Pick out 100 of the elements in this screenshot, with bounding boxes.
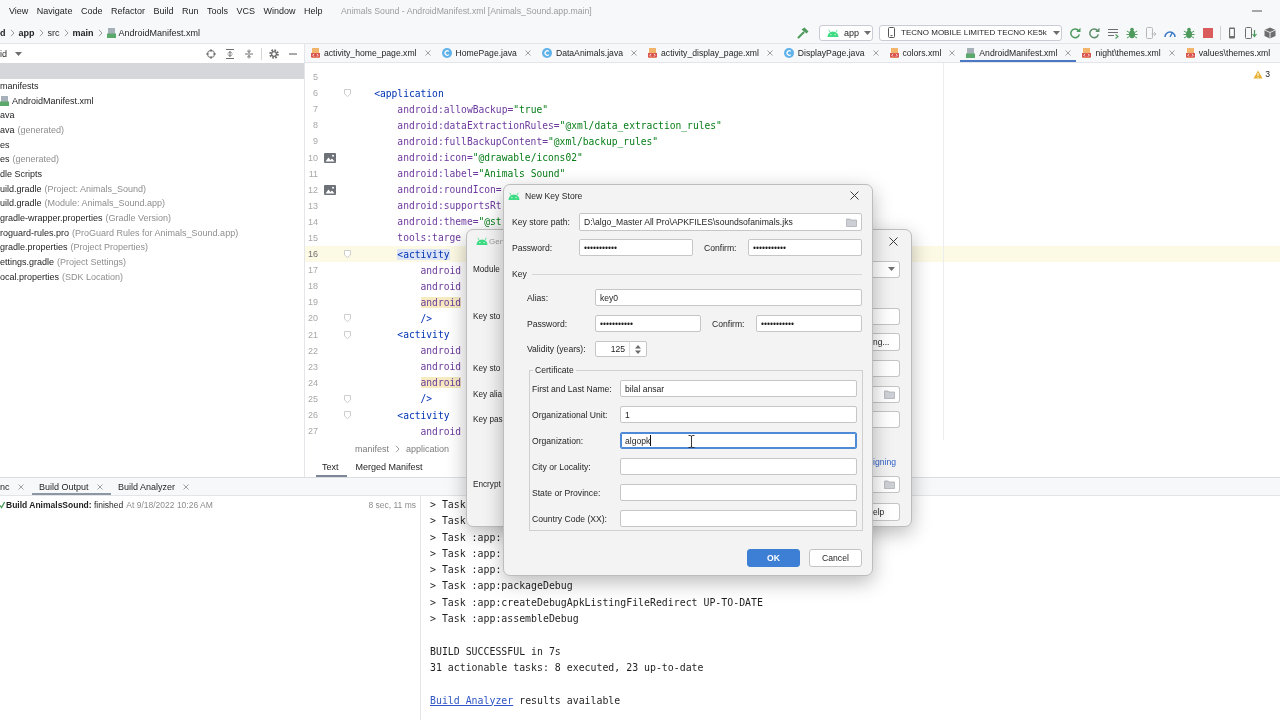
dialog-button[interactable]: ng... <box>873 333 900 351</box>
editor-tab[interactable]: HomePage.java <box>435 44 536 62</box>
breadcrumb-item[interactable]: AndroidManifest.xml <box>106 27 201 38</box>
tool-tab[interactable]: Build Analyzer <box>110 478 198 495</box>
tree-item[interactable]: roguard-rules.pro <box>0 227 70 238</box>
dialog-button[interactable]: Cancel <box>809 549 862 567</box>
tree-item[interactable]: ocal.properties <box>0 271 60 282</box>
build-analyzer-link[interactable]: Build Analyzer <box>430 694 514 706</box>
circular-arrow-icon[interactable] <box>1088 26 1100 39</box>
editor-tab[interactable]: night\themes.xml <box>1076 44 1180 62</box>
tool-tab[interactable]: nc <box>0 478 32 495</box>
input-field[interactable] <box>873 475 900 493</box>
folder-icon[interactable] <box>884 479 895 489</box>
circular-arrow-icon[interactable] <box>1069 26 1081 39</box>
tree-item[interactable]: uild.gradle <box>0 198 42 209</box>
lines-icon[interactable] <box>1107 26 1119 39</box>
dialog-button[interactable]: OK <box>747 549 800 567</box>
tree-item[interactable]: manifests <box>0 80 39 91</box>
editor-tab[interactable]: AndroidManifest.xml <box>960 44 1077 62</box>
problems-indicator[interactable]: 3 <box>1253 69 1270 79</box>
editor-tab[interactable]: values\themes.xml <box>1179 44 1280 62</box>
stop-icon[interactable] <box>1202 26 1214 39</box>
editor-view-tab[interactable]: Text <box>316 457 347 477</box>
input-field[interactable] <box>620 510 857 527</box>
input-field[interactable]: ••••••••••• <box>579 239 693 256</box>
bug-icon[interactable] <box>1126 26 1138 39</box>
dialog-button[interactable]: elp <box>873 503 900 521</box>
editor-view-tab[interactable]: Merged Manifest <box>349 457 431 477</box>
bug-icon[interactable] <box>1183 26 1195 39</box>
tree-item[interactable]: ettings.gradle <box>0 257 55 268</box>
breadcrumb-item[interactable]: application <box>406 443 450 454</box>
input-field[interactable]: D:\algo_Master All Pro\APKFILES\soundsofanimals.jks <box>579 213 862 231</box>
input-field[interactable]: ••••••••••• <box>756 315 862 332</box>
folder-icon[interactable] <box>884 389 895 399</box>
input-field[interactable]: algopk <box>620 432 857 449</box>
view-selector[interactable]: id <box>0 48 22 59</box>
breadcrumb-item[interactable]: main <box>72 27 94 38</box>
spinner-arrows-icon[interactable] <box>635 344 641 354</box>
editor-tab[interactable]: DataAnimals.java <box>535 44 643 62</box>
tree-item[interactable]: gradle.properties <box>0 242 68 253</box>
input-field[interactable]: key0 <box>595 289 862 306</box>
menu-item[interactable]: Code <box>80 6 103 16</box>
tree-item[interactable]: dle Scripts <box>0 168 43 179</box>
editor-tab[interactable]: colors.xml <box>883 44 961 62</box>
menu-item[interactable]: View <box>9 6 29 16</box>
phone-icon[interactable] <box>1245 26 1257 39</box>
fold-marker-icon[interactable] <box>343 394 351 403</box>
package-icon[interactable] <box>1264 26 1276 39</box>
input-field[interactable]: bilal ansar <box>620 380 857 397</box>
editor-tab[interactable]: activity_display_page.xml <box>642 44 778 62</box>
input-field[interactable] <box>873 385 900 403</box>
input-field[interactable]: ••••••••••• <box>748 239 862 256</box>
input-field[interactable] <box>873 307 900 325</box>
menu-item[interactable]: Window <box>263 6 296 16</box>
collapse-all-icon[interactable] <box>244 48 254 59</box>
editor-tab[interactable]: DisplayPage.java <box>777 44 884 62</box>
fold-marker-icon[interactable] <box>343 314 351 323</box>
menu-item[interactable]: Build <box>153 6 174 16</box>
menu-item[interactable]: Refactor <box>110 6 145 16</box>
close-icon[interactable] <box>889 236 898 246</box>
tree-item[interactable]: gradle-wrapper.properties <box>0 213 103 224</box>
fold-marker-icon[interactable] <box>343 89 351 98</box>
expand-all-icon[interactable] <box>225 48 235 59</box>
input-field[interactable]: 1 <box>620 406 857 423</box>
breadcrumb-item[interactable]: src <box>47 27 60 38</box>
breadcrumb-item[interactable]: app <box>18 27 35 38</box>
dropdown[interactable] <box>873 260 900 278</box>
settings-icon[interactable] <box>269 48 279 59</box>
tree-item[interactable]: es <box>0 154 10 165</box>
fold-marker-icon[interactable] <box>343 411 351 419</box>
tree-item[interactable]: ava <box>0 124 15 135</box>
menu-item[interactable]: Tools <box>206 6 228 16</box>
input-field[interactable] <box>873 359 900 377</box>
menu-item[interactable]: VCS <box>236 6 255 16</box>
link[interactable]: igning <box>873 457 900 467</box>
breadcrumb-item[interactable]: manifest <box>355 443 389 454</box>
menu-item[interactable]: Help <box>304 6 323 16</box>
tree-item[interactable]: uild.gradle <box>0 183 42 194</box>
hammer-icon[interactable] <box>797 26 809 39</box>
fold-marker-icon[interactable] <box>343 330 351 339</box>
tree-item[interactable]: AndroidManifest.xml <box>12 95 94 106</box>
input-field[interactable] <box>620 484 857 501</box>
editor-tab[interactable]: activity_home_page.xml <box>305 44 436 62</box>
build-status[interactable]: Build AnimalsSound: finished <box>6 500 124 510</box>
device-dropdown[interactable]: TECNO MOBILE LIMITED TECNO KE5k <box>879 24 1062 41</box>
input-field[interactable] <box>620 458 857 475</box>
breadcrumb-item[interactable]: d <box>0 27 6 38</box>
input-field[interactable]: ••••••••••• <box>595 315 701 332</box>
folder-icon[interactable] <box>846 217 857 227</box>
tree-item[interactable]: es <box>0 139 10 150</box>
input-field[interactable] <box>873 410 900 428</box>
close-icon[interactable] <box>850 191 859 200</box>
menu-item[interactable]: Navigate <box>36 6 73 16</box>
run-configuration-dropdown[interactable]: app <box>819 24 873 41</box>
tree-item[interactable]: ava <box>0 110 15 121</box>
target-icon[interactable] <box>206 48 216 59</box>
fold-marker-icon[interactable] <box>343 250 351 259</box>
phone-icon[interactable] <box>1226 26 1238 39</box>
number-spinner[interactable]: 125 <box>595 341 647 357</box>
menu-item[interactable]: Run <box>181 6 199 16</box>
